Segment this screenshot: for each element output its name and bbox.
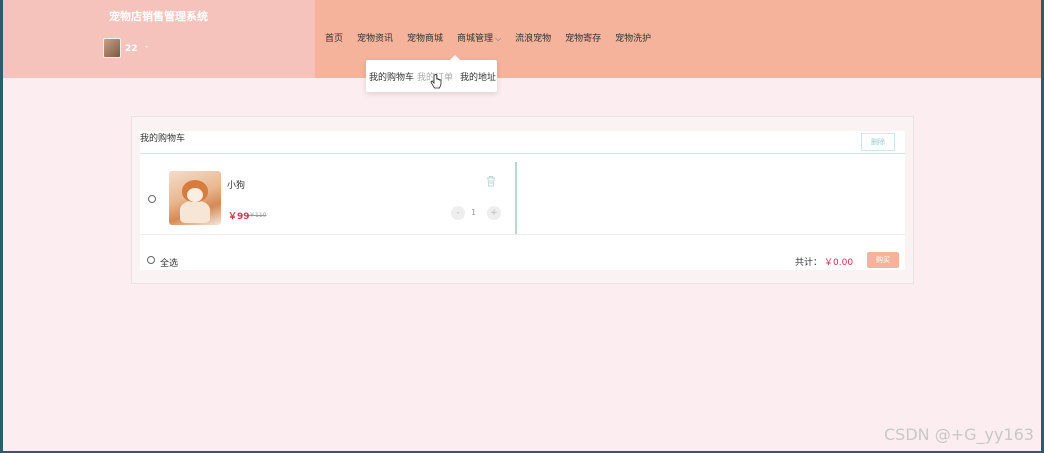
trash-icon[interactable]	[486, 175, 496, 187]
cart-panel: 我的购物车 删除 小狗 ￥99 ￥110 - 1 + 全选 共计： ￥0.00	[131, 116, 914, 284]
nav-item-pet-mall[interactable]: 宠物商城	[407, 31, 449, 44]
chevron-down-icon: ⌵	[495, 34, 502, 43]
total-label: 共计：	[795, 258, 823, 268]
nav-item-mall-manage[interactable]: 商城管理 ⌵	[457, 31, 507, 44]
cart-header: 我的购物车 删除	[140, 131, 905, 153]
quantity-plus-button[interactable]: +	[487, 206, 501, 220]
nav-item-stray-pets[interactable]: 流浪宠物	[515, 31, 557, 44]
cart-item-row: 小狗 ￥99 ￥110 - 1 +	[140, 154, 905, 235]
top-header: 宠物店销售管理系统 22 - 首页 宠物资讯 宠物商城 商城管理 ⌵ 流浪宠物 宠…	[3, 0, 1041, 78]
user-name[interactable]: 22	[125, 44, 138, 54]
select-all-radio[interactable]	[147, 256, 155, 264]
product-original-price: ￥110	[249, 212, 267, 219]
select-all-label: 全选	[160, 259, 179, 269]
dog-face	[187, 188, 203, 202]
item-select-radio[interactable]	[148, 195, 156, 203]
nav-item-pet-boarding[interactable]: 宠物寄存	[565, 31, 607, 44]
brand-area: 宠物店销售管理系统 22 -	[3, 0, 315, 78]
cart-title: 我的购物车	[140, 134, 186, 144]
product-name: 小狗	[227, 181, 246, 191]
total-value: ￥0.00	[824, 258, 854, 268]
quantity-value: 1	[471, 208, 477, 217]
avatar[interactable]	[103, 38, 121, 58]
cart-body: 小狗 ￥99 ￥110 - 1 + 全选 共计： ￥0.00 购买	[140, 154, 905, 270]
nav-item-home[interactable]: 首页	[325, 31, 349, 44]
nav-item-pet-news[interactable]: 宠物资讯	[357, 31, 399, 44]
quantity-minus-button[interactable]: -	[451, 206, 465, 220]
dropdown-item-my-address[interactable]: 我的地址	[460, 70, 496, 83]
watermark: CSDN @+G_yy163	[884, 425, 1034, 444]
dropdown-item-my-cart[interactable]: 我的购物车	[369, 70, 414, 83]
dog-body	[180, 201, 210, 223]
product-price: ￥99	[228, 212, 250, 222]
nav-item-mall-manage-label: 商城管理	[457, 34, 494, 44]
hand-cursor-icon	[430, 74, 442, 89]
buy-button[interactable]: 购买	[867, 252, 899, 268]
main-nav: 首页 宠物资讯 宠物商城 商城管理 ⌵ 流浪宠物 宠物寄存 宠物洗护	[325, 31, 665, 44]
product-image	[169, 171, 221, 225]
site-title: 宠物店销售管理系统	[109, 10, 208, 23]
row-separator	[515, 162, 517, 234]
nav-item-pet-grooming[interactable]: 宠物洗护	[615, 31, 657, 44]
user-menu-caret[interactable]: -	[145, 42, 148, 52]
delete-button[interactable]: 删除	[861, 133, 895, 151]
